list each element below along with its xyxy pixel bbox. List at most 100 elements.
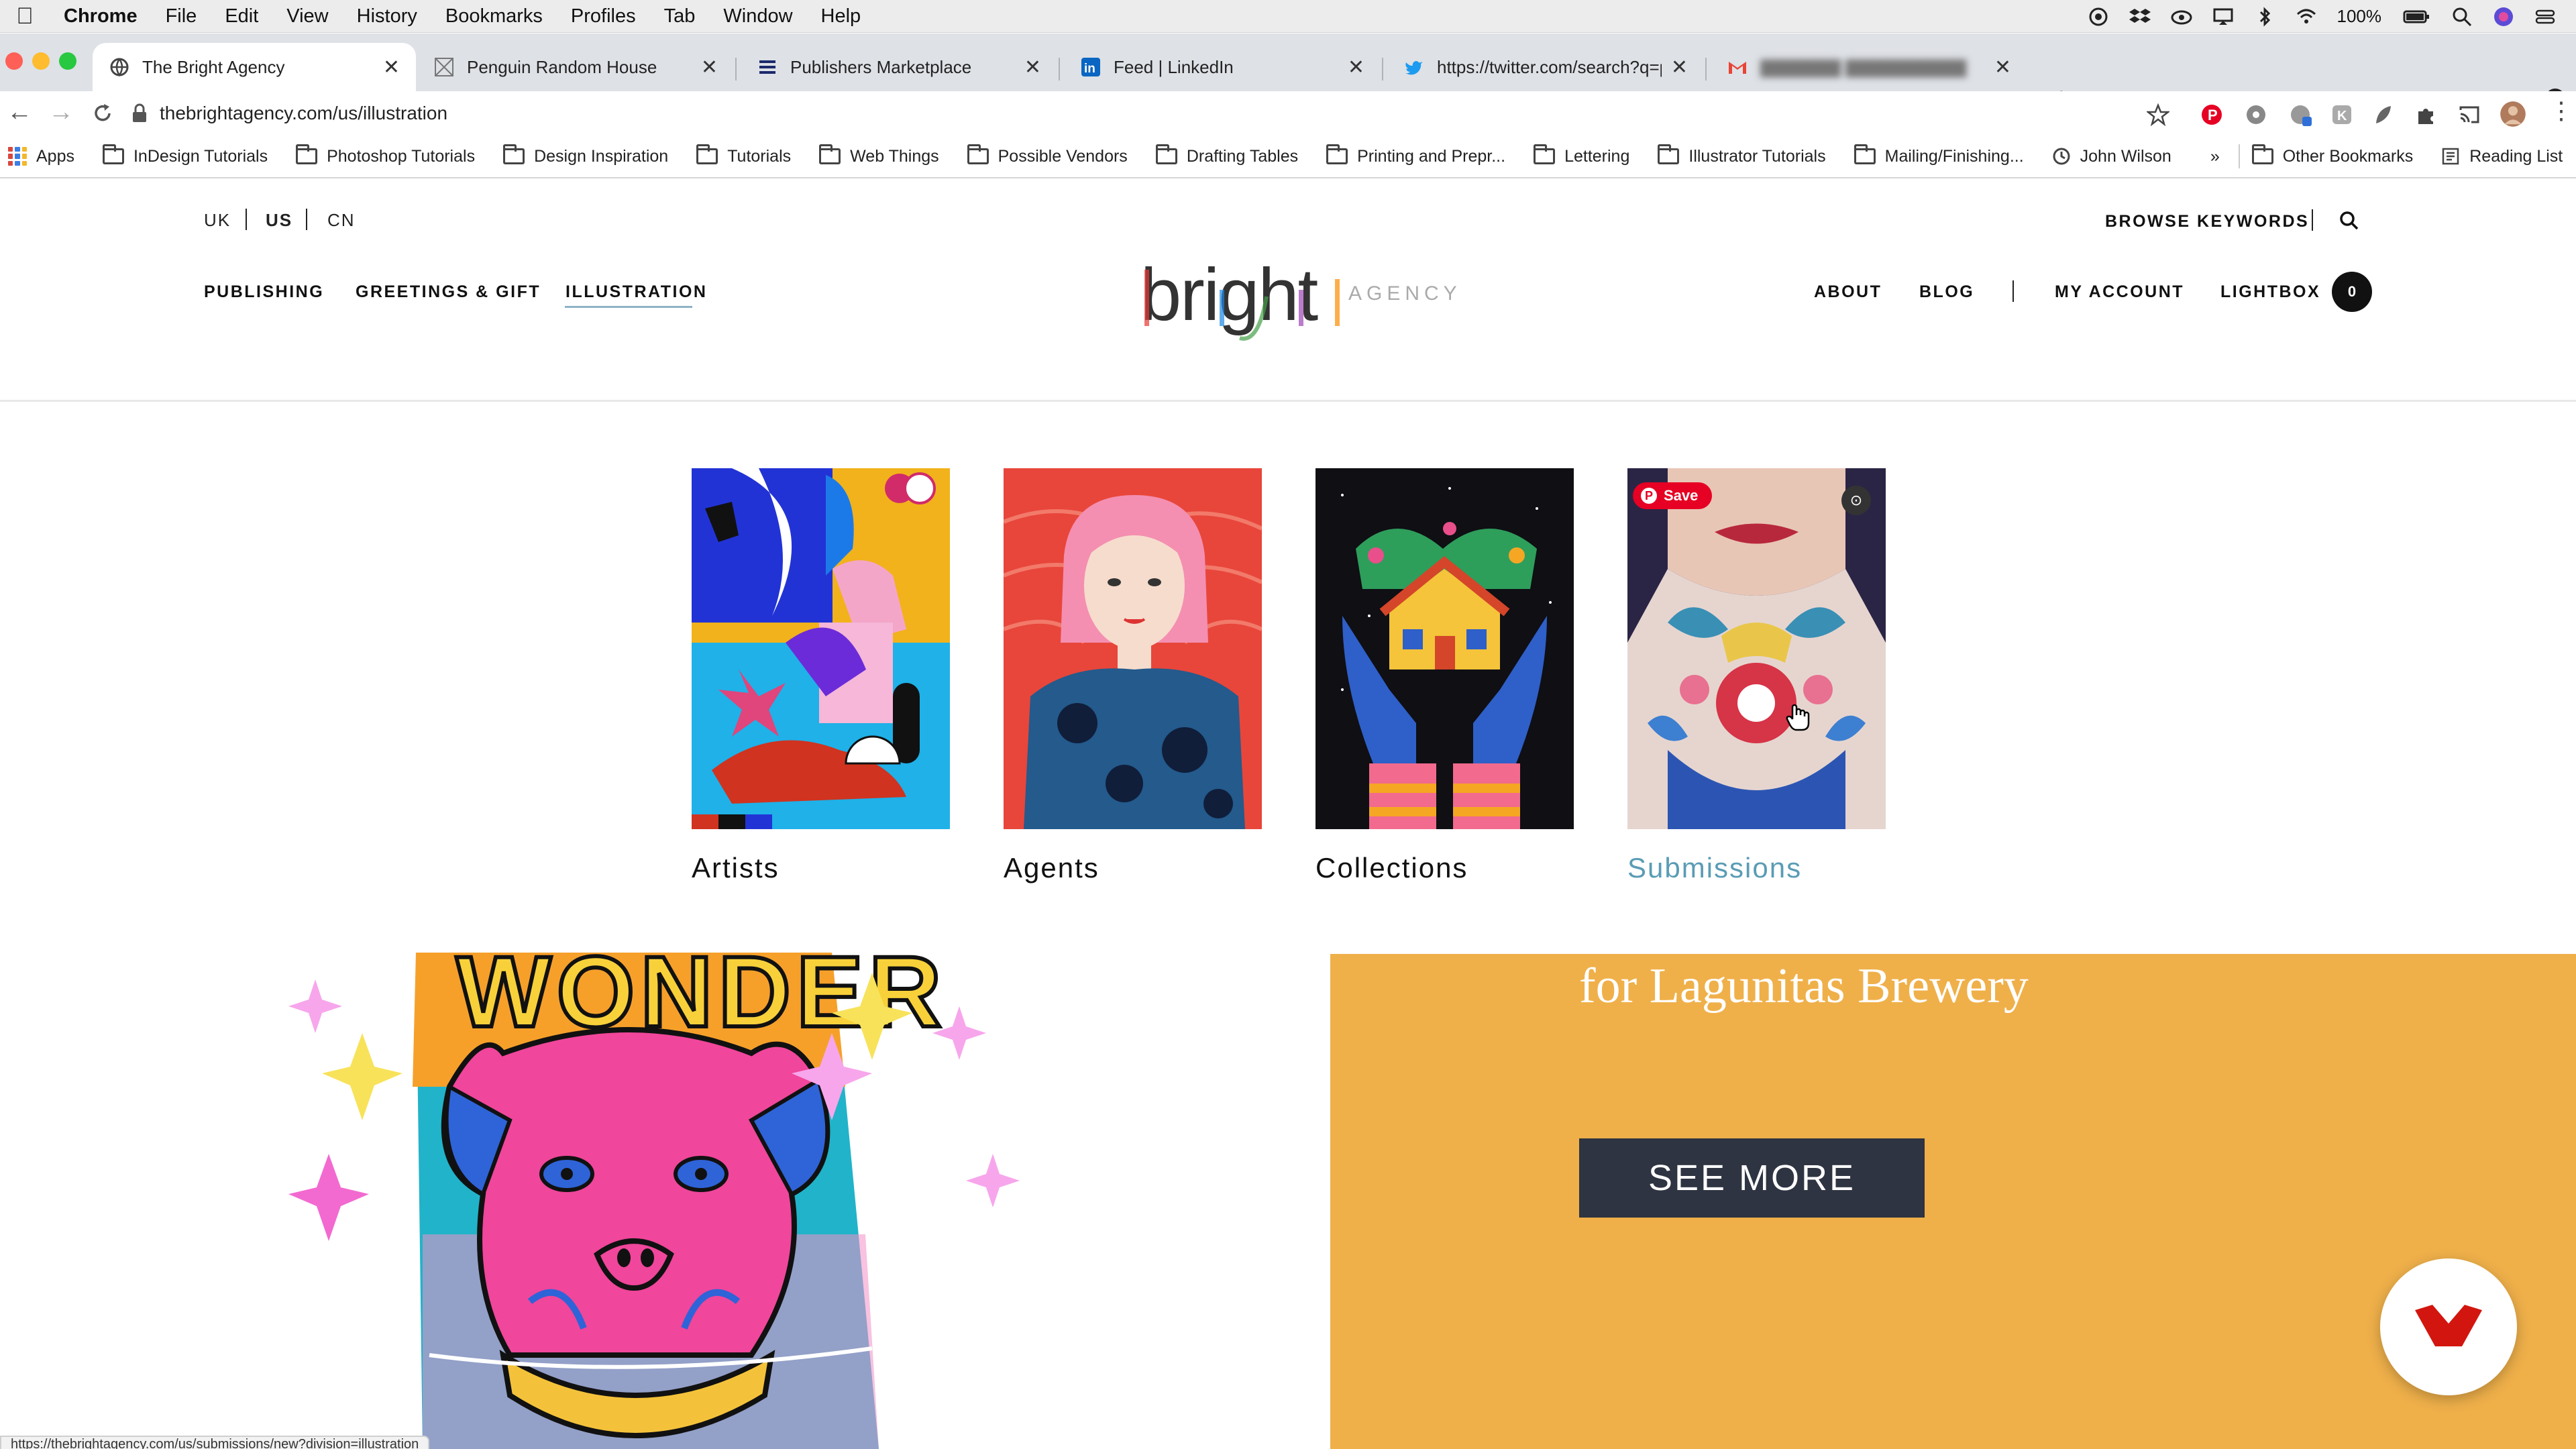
siri-icon[interactable] [2493, 6, 2514, 28]
battery-icon[interactable] [2402, 6, 2431, 28]
agents-label[interactable]: Agents [1004, 852, 1099, 884]
collections-label[interactable]: Collections [1316, 852, 1468, 884]
tab-close-icon[interactable]: ✕ [1348, 56, 1364, 79]
menu-tab[interactable]: Tab [650, 5, 710, 28]
linkedin-icon: in [1080, 56, 1102, 78]
tab-linkedin-feed[interactable]: in Feed | LinkedIn ✕ [1064, 43, 1381, 91]
nav-illustration[interactable]: ILLUSTRATION [566, 282, 707, 302]
url-text[interactable]: thebrightagency.com/us/illustration [160, 103, 447, 124]
menu-edit[interactable]: Edit [211, 5, 272, 28]
screen-record-icon[interactable] [2088, 6, 2109, 28]
extension-k-icon[interactable]: K [2330, 103, 2353, 126]
bookmark-apps[interactable]: Apps [8, 147, 74, 166]
bookmark-folder-indesign[interactable]: InDesign Tutorials [102, 144, 268, 166]
window-minimize-button[interactable] [32, 52, 50, 70]
window-zoom-button[interactable] [59, 52, 76, 70]
tab-close-icon[interactable]: ✕ [701, 56, 718, 79]
browse-keywords-link[interactable]: BROWSE KEYWORDS [2105, 212, 2309, 231]
browser-toolbar: ← → thebrightagency.com/us/illustration … [0, 91, 2576, 136]
tab-close-icon[interactable]: ✕ [1994, 56, 2011, 79]
bluetooth-icon[interactable] [2254, 6, 2275, 28]
nav-blog[interactable]: BLOG [1919, 282, 1974, 302]
bookmark-folder-mailing[interactable]: Mailing/Finishing... [1854, 144, 2024, 166]
region-us-link[interactable]: US [266, 210, 292, 231]
control-center-icon[interactable] [2534, 6, 2556, 28]
region-uk-link[interactable]: UK [204, 210, 231, 231]
bookmarks-overflow-button[interactable]: » [2210, 147, 2220, 166]
menu-file[interactable]: File [152, 5, 211, 28]
cast-icon[interactable] [2458, 103, 2481, 126]
logo-subtitle: AGENCY [1348, 282, 1462, 305]
menu-profiles[interactable]: Profiles [557, 5, 650, 28]
bookmark-folder-web-things[interactable]: Web Things [819, 144, 939, 166]
artists-label[interactable]: Artists [692, 852, 780, 884]
bookmark-folder-tutorials[interactable]: Tutorials [696, 144, 791, 166]
spotlight-search-icon[interactable] [2451, 6, 2473, 28]
see-more-button[interactable]: SEE MORE [1579, 1138, 1925, 1218]
promo-caption: for Lagunitas Brewery [1579, 959, 2029, 1014]
hero-dog-illustration[interactable]: WONDER [282, 953, 1073, 1449]
collections-card-image[interactable] [1316, 468, 1574, 829]
menu-bookmarks[interactable]: Bookmarks [431, 5, 557, 28]
dropbox-icon[interactable] [2129, 6, 2151, 28]
submissions-label[interactable]: Submissions [1627, 852, 1802, 884]
macos-menubar:  Chrome File Edit View History Bookmark… [0, 0, 2576, 33]
nav-greetings-gift[interactable]: GREETINGS & GIFT [356, 282, 541, 302]
bookmark-other-bookmarks[interactable]: Other Bookmarks [2251, 144, 2413, 166]
bookmark-star-icon[interactable] [2147, 103, 2169, 126]
bookmark-folder-drafting-tables[interactable]: Drafting Tables [1155, 144, 1298, 166]
menu-app-chrome[interactable]: Chrome [50, 5, 152, 28]
tab-penguin-random-house[interactable]: Penguin Random House ✕ [417, 43, 734, 91]
tab-close-icon[interactable]: ✕ [1671, 56, 1688, 79]
tab-gmail-drafts[interactable]: ▇▇▇▇▇▇ ▇▇▇▇▇▇▇▇▇ ✕ [1711, 43, 2027, 91]
forward-arrow-icon[interactable]: → [48, 98, 74, 127]
tab-close-icon[interactable]: ✕ [383, 56, 400, 79]
bookmark-folder-illustrator[interactable]: Illustrator Tutorials [1658, 144, 1826, 166]
profile-avatar[interactable] [2500, 101, 2526, 127]
menu-help[interactable]: Help [807, 5, 875, 28]
chrome-menu-icon[interactable]: ⋮ [2549, 97, 2573, 125]
tab-bright-agency[interactable]: The Bright Agency ✕ [93, 43, 416, 91]
region-cn-link[interactable]: CN [327, 210, 356, 231]
wifi-icon[interactable] [2296, 6, 2317, 28]
extension-feather-icon[interactable] [2372, 103, 2395, 126]
menu-history[interactable]: History [343, 5, 431, 28]
bookmark-folder-printing[interactable]: Printing and Prepr... [1326, 144, 1505, 166]
nav-my-account[interactable]: MY ACCOUNT [2055, 282, 2184, 302]
artists-card-image[interactable] [692, 468, 950, 829]
chat-widget-button[interactable] [2380, 1258, 2517, 1395]
tab-publishers-marketplace[interactable]: Publishers Marketplace ✕ [741, 43, 1057, 91]
bookmark-reading-list[interactable]: Reading List [2441, 147, 2563, 166]
extension-gear-icon[interactable] [2245, 103, 2267, 126]
pinterest-save-button[interactable]: P Save [1633, 482, 1712, 509]
reload-icon[interactable] [91, 102, 114, 125]
bookmark-john-wilson[interactable]: John Wilson [2052, 147, 2171, 166]
visual-search-icon[interactable]: ⊙ [1841, 486, 1871, 515]
menu-window[interactable]: Window [709, 5, 806, 28]
nav-lightbox[interactable]: LIGHTBOX [2220, 282, 2320, 302]
search-icon[interactable] [2339, 210, 2360, 231]
pinterest-extension-icon[interactable]: P [2200, 103, 2223, 126]
address-bar[interactable]: thebrightagency.com/us/illustration [131, 95, 2184, 131]
nav-about[interactable]: ABOUT [1814, 282, 1882, 302]
back-arrow-icon[interactable]: ← [7, 98, 32, 127]
submissions-card-image[interactable] [1627, 468, 1886, 829]
bookmark-folder-possible-vendors[interactable]: Possible Vendors [967, 144, 1128, 166]
bookmark-folder-lettering[interactable]: Lettering [1534, 144, 1629, 166]
agents-card-image[interactable] [1004, 468, 1262, 829]
lightbox-count-badge[interactable]: 0 [2332, 272, 2372, 312]
extensions-puzzle-icon[interactable] [2415, 103, 2438, 126]
tab-close-icon[interactable]: ✕ [1024, 56, 1041, 79]
display-icon[interactable] [2212, 6, 2234, 28]
apple-menu-icon[interactable]:  [0, 3, 50, 30]
bookmark-folder-photoshop[interactable]: Photoshop Tutorials [296, 144, 475, 166]
tab-separator [1059, 58, 1060, 80]
nav-publishing[interactable]: PUBLISHING [204, 282, 324, 302]
window-close-button[interactable] [5, 52, 23, 70]
bookmark-folder-design-inspiration[interactable]: Design Inspiration [503, 144, 668, 166]
lock-icon[interactable] [131, 103, 148, 123]
tab-twitter-search[interactable]: https://twitter.com/search?q=p ✕ [1387, 43, 1704, 91]
menu-view[interactable]: View [272, 5, 342, 28]
creative-cloud-icon[interactable] [2171, 6, 2192, 28]
extension-grammar-icon[interactable] [2289, 103, 2312, 126]
